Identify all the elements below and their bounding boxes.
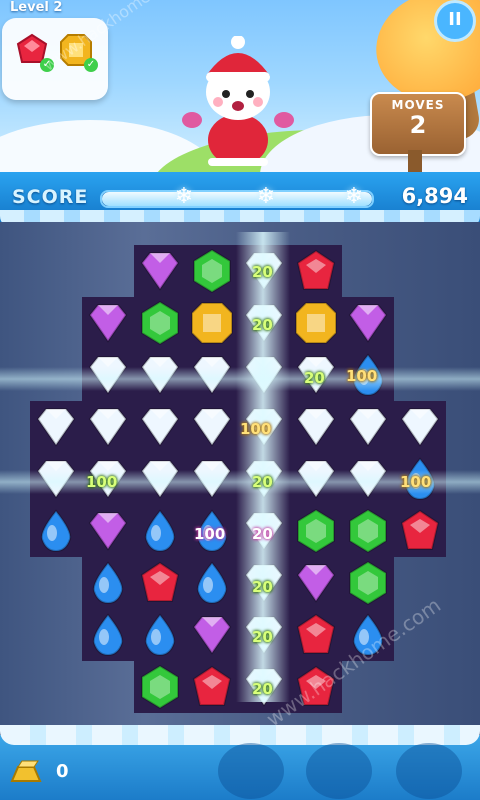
points-popup: 20 bbox=[252, 578, 273, 596]
red-gem[interactable] bbox=[290, 245, 342, 297]
booster-slot[interactable] bbox=[396, 743, 462, 799]
yellow-gem[interactable] bbox=[290, 297, 342, 349]
score-value: 6,894 bbox=[401, 184, 468, 208]
green-gem[interactable] bbox=[134, 297, 186, 349]
check-icon: ✓ bbox=[84, 58, 98, 72]
points-popup: 100 bbox=[346, 367, 378, 385]
red-gem[interactable] bbox=[186, 661, 238, 713]
moves-value: 2 bbox=[409, 111, 427, 139]
purple-gem[interactable] bbox=[186, 609, 238, 661]
gold-bar-icon[interactable] bbox=[8, 757, 44, 785]
points-popup: 20 bbox=[252, 473, 273, 491]
points-popup: 100 bbox=[194, 525, 226, 543]
score-progress-fill bbox=[102, 192, 372, 206]
green-gem[interactable] bbox=[134, 661, 186, 713]
points-popup: 20 bbox=[252, 525, 273, 543]
gold-count: 0 bbox=[56, 761, 69, 782]
purple-gem[interactable] bbox=[342, 297, 394, 349]
snowflake-star-icon: ❄ bbox=[256, 184, 276, 209]
red-gem[interactable] bbox=[394, 505, 446, 557]
blue-gem[interactable] bbox=[82, 557, 134, 609]
green-gem[interactable] bbox=[342, 505, 394, 557]
white-gem[interactable] bbox=[342, 401, 394, 453]
white-gem[interactable] bbox=[82, 401, 134, 453]
points-popup: 20 bbox=[252, 628, 273, 646]
points-popup: 20 bbox=[304, 369, 325, 387]
white-gem[interactable] bbox=[394, 401, 446, 453]
moves-sign: MOVES 2 bbox=[370, 92, 466, 156]
points-popup: 20 bbox=[252, 680, 273, 698]
green-gem[interactable] bbox=[342, 557, 394, 609]
blue-gem[interactable] bbox=[82, 609, 134, 661]
purple-gem[interactable] bbox=[134, 245, 186, 297]
snowman-mascot bbox=[182, 36, 294, 166]
green-gem[interactable] bbox=[186, 245, 238, 297]
blue-gem[interactable] bbox=[134, 609, 186, 661]
booster-bar: 0 bbox=[0, 725, 480, 800]
moves-label: MOVES bbox=[391, 98, 445, 112]
red-gem[interactable] bbox=[134, 557, 186, 609]
points-popup: 20 bbox=[252, 316, 273, 334]
white-gem[interactable] bbox=[290, 401, 342, 453]
purple-gem[interactable] bbox=[82, 297, 134, 349]
blue-gem[interactable] bbox=[30, 505, 82, 557]
purple-gem[interactable] bbox=[290, 557, 342, 609]
snow-edge bbox=[0, 725, 480, 745]
points-popup: 100 bbox=[86, 473, 118, 491]
white-gem[interactable] bbox=[134, 401, 186, 453]
score-progress-bar: ❄ ❄ ❄ bbox=[100, 185, 374, 209]
red-gem[interactable] bbox=[290, 609, 342, 661]
points-popup: 100 bbox=[400, 473, 432, 491]
blue-gem[interactable] bbox=[134, 505, 186, 557]
level-label: Level 2 bbox=[10, 0, 63, 15]
purple-gem[interactable] bbox=[82, 505, 134, 557]
yellow-gem[interactable] bbox=[186, 297, 238, 349]
booster-slot[interactable] bbox=[306, 743, 372, 799]
white-gem[interactable] bbox=[30, 401, 82, 453]
snowflake-star-icon: ❄ bbox=[344, 184, 364, 209]
blue-gem[interactable] bbox=[186, 557, 238, 609]
green-gem[interactable] bbox=[290, 505, 342, 557]
points-popup: 100 bbox=[240, 420, 272, 438]
booster-slot[interactable] bbox=[218, 743, 284, 799]
white-gem[interactable] bbox=[186, 401, 238, 453]
snowflake-star-icon: ❄ bbox=[174, 184, 194, 209]
pause-button[interactable]: II bbox=[434, 0, 476, 42]
points-popup: 20 bbox=[252, 263, 273, 281]
score-label: SCORE bbox=[12, 186, 89, 208]
